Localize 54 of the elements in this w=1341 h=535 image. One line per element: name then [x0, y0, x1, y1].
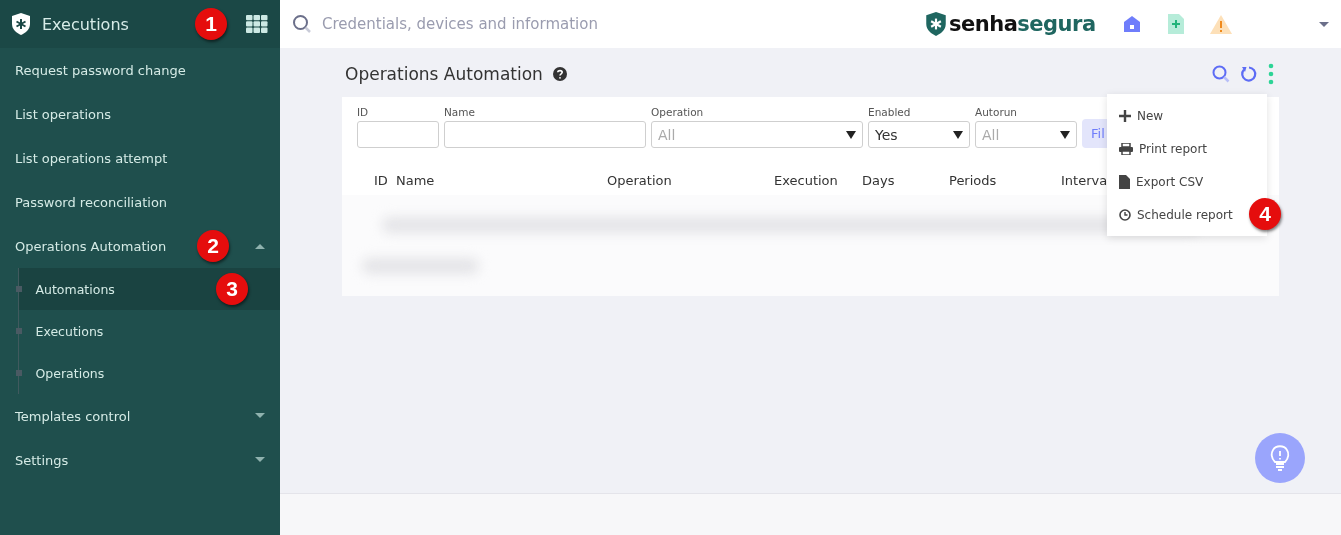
search-field[interactable]: Credentials, devices and information [320, 14, 884, 34]
column-header: ID [374, 173, 389, 190]
printer-icon [1119, 142, 1133, 155]
menu-item[interactable]: Export CSV [1107, 165, 1208, 198]
sidebar-item[interactable]: Settings [0, 438, 280, 482]
callout-badge: 2 [197, 230, 229, 262]
page-title: Operations Automation [345, 64, 543, 84]
dropdown-arrow-icon [1060, 130, 1070, 139]
column-header: Name [396, 173, 436, 190]
input-field[interactable] [357, 121, 439, 148]
warning-icon[interactable] [1209, 14, 1232, 34]
caret-down-icon[interactable] [1319, 21, 1329, 27]
menu-item[interactable]: Schedule report [1107, 198, 1237, 231]
select-field[interactable]: Yes [868, 121, 970, 148]
column-header: Operation [607, 173, 673, 190]
column-header: Days [862, 173, 896, 190]
brand-logo: senhasegura [925, 11, 1096, 37]
column-header: Periods [949, 173, 998, 190]
search-icon [292, 14, 312, 34]
apps-grid-icon[interactable] [246, 15, 268, 33]
callout-badge: 4 [1249, 198, 1281, 230]
refresh-icon[interactable] [1240, 65, 1258, 83]
sidebar-item[interactable]: Operations Automation 2 [0, 224, 280, 268]
shield-logo-icon [11, 12, 31, 36]
filter-label: Enabled [868, 106, 912, 118]
sidebar-item[interactable]: List operations [0, 92, 280, 136]
sidebar-subitem[interactable]: Operations [19, 352, 280, 394]
lightbulb-icon [1270, 444, 1290, 472]
sidebar-subitem[interactable]: Executions [19, 310, 280, 352]
dropdown-arrow-icon [953, 130, 963, 139]
filter-label: ID [357, 106, 370, 118]
file-icon [1119, 174, 1130, 189]
filter-label: Operation [651, 106, 705, 118]
add-file-icon[interactable] [1167, 14, 1184, 34]
sidebar-subitem[interactable]: Automations 3 [19, 268, 280, 310]
column-header: Execution [774, 173, 839, 190]
column-header: Interva [1061, 173, 1108, 190]
sidebar-item[interactable]: Request password change [0, 48, 280, 92]
filter-label: Autorun [975, 106, 1018, 118]
dropdown-arrow-icon [846, 130, 856, 139]
help-icon[interactable] [552, 67, 567, 81]
filter-label: Name [444, 106, 476, 118]
clock-icon [1119, 208, 1131, 221]
callout-badge: 1 [195, 8, 227, 40]
callout-badge: 3 [216, 273, 248, 305]
sidebar-title: Executions [42, 14, 130, 34]
search-icon[interactable] [1212, 65, 1230, 83]
home-icon[interactable] [1121, 15, 1142, 33]
plus-icon [1119, 109, 1131, 122]
sidebar-item[interactable]: Templates control [0, 394, 280, 438]
tips-button[interactable] [1255, 433, 1305, 483]
sidebar-item[interactable]: Password reconciliation [0, 180, 280, 224]
input-field[interactable] [444, 121, 646, 148]
sidebar-item[interactable]: List operations attempt [0, 136, 280, 180]
